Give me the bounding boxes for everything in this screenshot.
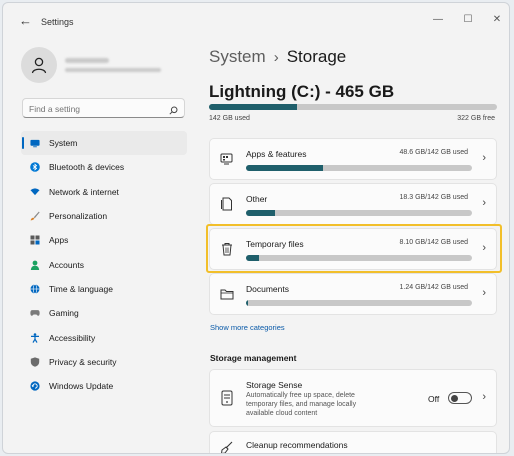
sidebar-nav: System Bluetooth & devices Network & int… xyxy=(21,131,187,398)
search-icon[interactable] xyxy=(169,102,178,120)
back-arrow-icon[interactable]: ← xyxy=(19,14,33,27)
search-box[interactable] xyxy=(22,98,185,118)
category-usage-fill xyxy=(246,210,276,216)
sidebar-item-label: Privacy & security xyxy=(49,356,117,367)
account-email-redacted xyxy=(65,68,161,72)
category-usage: 18.3 GB/142 GB used xyxy=(399,194,469,201)
settings-window: ← Settings — ☐ ✕ System xyxy=(2,2,510,454)
app-title: Settings xyxy=(41,17,74,27)
cleanup-recommendations-card[interactable]: Cleanup recommendations xyxy=(209,431,497,453)
chevron-right-icon: › xyxy=(482,287,486,299)
page-title: Storage xyxy=(286,47,347,66)
gamepad-icon xyxy=(30,308,40,318)
account-name-redacted xyxy=(65,58,109,63)
category-usage-fill xyxy=(246,255,259,261)
category-usage: 1.24 GB/142 GB used xyxy=(399,284,469,291)
sidebar-item-system[interactable]: System xyxy=(21,131,187,156)
avatar xyxy=(21,47,57,83)
sidebar-item-apps[interactable]: Apps xyxy=(21,228,187,252)
broom-icon xyxy=(220,441,234,453)
toggle-knob xyxy=(451,395,458,402)
category-usage-fill xyxy=(246,300,249,306)
sidebar-item-label: Time & language xyxy=(49,283,113,294)
storage-sense-icon xyxy=(220,390,234,406)
apps-icon xyxy=(30,235,40,245)
other-files-icon xyxy=(220,197,234,211)
bluetooth-icon xyxy=(30,162,40,173)
category-other[interactable]: Other 18.3 GB/142 GB used › xyxy=(209,183,497,225)
sidebar-item-gaming[interactable]: Gaming xyxy=(21,301,187,325)
category-usage-fill xyxy=(246,165,324,171)
drive-usage-bar xyxy=(209,104,497,110)
breadcrumb-parent[interactable]: System xyxy=(209,47,266,66)
sidebar-item-personalization[interactable]: Personalization xyxy=(21,204,187,228)
category-usage-bar xyxy=(246,210,472,216)
brush-icon xyxy=(30,211,40,221)
sidebar-item-label: Accessibility xyxy=(49,332,96,343)
drive-used-text: 142 GB used xyxy=(209,115,250,122)
category-usage-bar xyxy=(246,255,472,261)
sidebar-item-label: Network & internet xyxy=(49,186,119,197)
search-input[interactable] xyxy=(29,102,164,115)
storage-sense-title: Storage Sense xyxy=(246,380,303,390)
sidebar-item-accessibility[interactable]: Accessibility xyxy=(21,325,187,349)
sidebar-item-label: Accounts xyxy=(49,259,84,270)
chevron-right-icon: › xyxy=(482,152,486,164)
sidebar-item-windows-update[interactable]: Windows Update xyxy=(21,374,187,398)
update-icon xyxy=(30,381,40,391)
category-label: Documents xyxy=(246,284,289,294)
wifi-icon xyxy=(30,187,40,197)
category-usage-bar xyxy=(246,300,472,306)
breadcrumb-separator: › xyxy=(273,49,279,66)
storage-sense-toggle[interactable] xyxy=(448,392,472,404)
close-button[interactable]: ✕ xyxy=(490,13,504,27)
category-temporary-files[interactable]: Temporary files 8.10 GB/142 GB used › xyxy=(209,228,497,270)
trash-icon xyxy=(220,242,234,256)
accessibility-icon xyxy=(30,332,40,343)
person-icon xyxy=(30,260,40,270)
category-apps-features[interactable]: Apps & features 48.6 GB/142 GB used › xyxy=(209,138,497,180)
title-bar: ← Settings — ☐ ✕ xyxy=(3,3,509,37)
storage-management-heading: Storage management xyxy=(210,353,297,363)
sidebar-item-label: Windows Update xyxy=(49,381,114,392)
cleanup-title: Cleanup recommendations xyxy=(246,440,348,450)
category-documents[interactable]: Documents 1.24 GB/142 GB used › xyxy=(209,273,497,315)
category-usage: 8.10 GB/142 GB used xyxy=(399,239,469,246)
maximize-button[interactable]: ☐ xyxy=(461,13,475,27)
sidebar-item-network[interactable]: Network & internet xyxy=(21,180,187,204)
storage-sense-card[interactable]: Storage Sense Automatically free up spac… xyxy=(209,369,497,427)
breadcrumb: System › Storage xyxy=(209,47,346,67)
monitor-icon xyxy=(30,138,40,148)
sidebar-item-label: Gaming xyxy=(49,308,79,319)
user-icon xyxy=(31,57,47,74)
category-usage: 48.6 GB/142 GB used xyxy=(399,149,469,156)
category-label: Apps & features xyxy=(246,149,307,159)
folder-icon xyxy=(220,287,234,301)
sidebar-item-label: Personalization xyxy=(49,211,108,222)
sidebar-item-bluetooth[interactable]: Bluetooth & devices xyxy=(21,155,187,179)
minimize-button[interactable]: — xyxy=(431,13,445,27)
shield-icon xyxy=(30,357,40,367)
sidebar-item-time-language[interactable]: Time & language xyxy=(21,277,187,301)
sidebar-item-label: Bluetooth & devices xyxy=(49,162,125,173)
storage-sense-state: Off xyxy=(428,394,440,404)
storage-sense-description: Automatically free up space, delete temp… xyxy=(246,392,357,417)
category-label: Temporary files xyxy=(246,239,304,249)
category-label: Other xyxy=(246,194,268,204)
globe-icon xyxy=(30,284,40,294)
apps-features-icon xyxy=(220,152,234,166)
drive-title: Lightning (C:) - 465 GB xyxy=(209,82,395,101)
drive-free-text: 322 GB free xyxy=(457,115,495,122)
chevron-right-icon[interactable]: › xyxy=(482,391,486,403)
sidebar-item-label: Apps xyxy=(49,235,69,246)
chevron-right-icon: › xyxy=(482,197,486,209)
sidebar-item-privacy-security[interactable]: Privacy & security xyxy=(21,350,187,374)
drive-usage-fill xyxy=(209,104,297,110)
account-profile[interactable] xyxy=(21,47,191,83)
chevron-right-icon: › xyxy=(482,242,486,254)
show-more-categories-link[interactable]: Show more categories xyxy=(210,323,285,332)
category-usage-bar xyxy=(246,165,472,171)
sidebar-item-label: System xyxy=(49,138,78,149)
sidebar-item-accounts[interactable]: Accounts xyxy=(21,252,187,276)
